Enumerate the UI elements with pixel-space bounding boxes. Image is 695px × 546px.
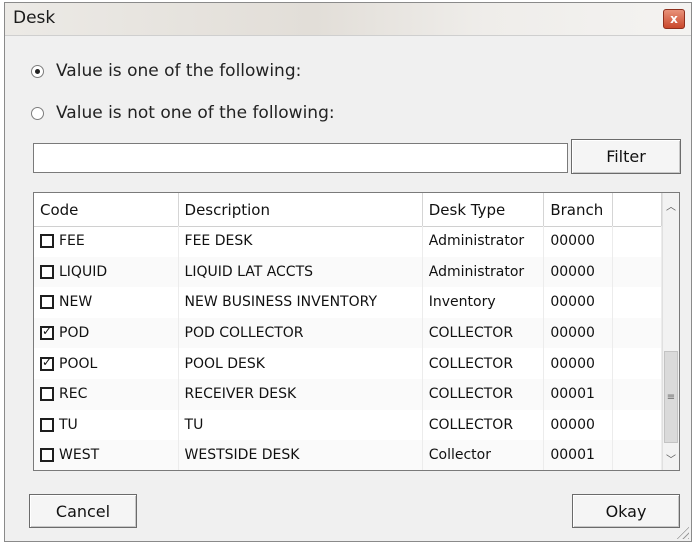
table-row[interactable]: POOL POOL DESK COLLECTOR 00000 bbox=[34, 348, 662, 379]
row-checkbox-checked[interactable] bbox=[40, 355, 54, 371]
cancel-button[interactable]: Cancel bbox=[29, 494, 137, 528]
code-text: NEW bbox=[59, 294, 93, 311]
description-cell: NEW BUSINESS INVENTORY bbox=[179, 287, 423, 318]
code-text: LIQUID bbox=[59, 263, 108, 280]
column-header-desk-type[interactable]: Desk Type bbox=[423, 193, 545, 226]
desk-type-cell: COLLECTOR bbox=[423, 348, 545, 379]
row-checkbox[interactable] bbox=[40, 264, 54, 279]
radio-value-is-not-one-of[interactable]: Value is not one of the following: bbox=[31, 103, 335, 123]
code-text: POD bbox=[59, 325, 90, 342]
desk-type-cell: COLLECTOR bbox=[423, 409, 545, 441]
code-text: REC bbox=[59, 386, 88, 403]
window-title: Desk bbox=[13, 8, 56, 28]
chevron-down-icon[interactable]: ﹀ bbox=[663, 450, 679, 467]
code-cell: FEE bbox=[34, 226, 179, 257]
row-checkbox[interactable] bbox=[40, 387, 54, 402]
desk-dialog: Desk x Value is one of the following: Va… bbox=[4, 2, 692, 542]
table-row[interactable]: LIQUID LIQUID LAT ACCTS Administrator 00… bbox=[34, 256, 662, 288]
desk-type-cell: Administrator bbox=[423, 226, 545, 257]
description-cell: POD COLLECTOR bbox=[179, 317, 423, 349]
blank-cell bbox=[613, 256, 662, 288]
row-checkbox[interactable] bbox=[40, 234, 54, 249]
branch-cell: 00000 bbox=[544, 256, 614, 288]
blank-cell bbox=[613, 287, 662, 318]
filter-button[interactable]: Filter bbox=[571, 139, 681, 174]
branch-cell: 00001 bbox=[544, 378, 614, 410]
branch-cell: 00000 bbox=[544, 226, 614, 257]
list-rows: FEE FEE DESK Administrator 00000 LIQUID … bbox=[34, 226, 662, 470]
close-button[interactable]: x bbox=[663, 9, 685, 29]
desk-type-cell: Administrator bbox=[423, 256, 545, 288]
branch-cell: 00000 bbox=[544, 409, 614, 441]
column-header-code[interactable]: Code bbox=[34, 193, 179, 226]
blank-cell bbox=[613, 409, 662, 441]
branch-cell: 00000 bbox=[544, 287, 614, 318]
table-row[interactable]: TU TU COLLECTOR 00000 bbox=[34, 409, 662, 441]
desk-type-cell: COLLECTOR bbox=[423, 317, 545, 349]
code-cell: POOL bbox=[34, 348, 179, 379]
column-header-blank bbox=[613, 193, 662, 226]
okay-button-label: Okay bbox=[605, 501, 647, 521]
description-cell: TU bbox=[179, 409, 423, 441]
code-text: WEST bbox=[59, 447, 100, 464]
blank-cell bbox=[613, 317, 662, 349]
scrollbar-thumb[interactable]: ≡ bbox=[664, 351, 678, 443]
table-row[interactable]: REC RECEIVER DESK COLLECTOR 00001 bbox=[34, 378, 662, 410]
column-header-description[interactable]: Description bbox=[179, 193, 423, 226]
description-cell: RECEIVER DESK bbox=[179, 378, 423, 410]
row-checkbox[interactable] bbox=[40, 417, 54, 432]
row-checkbox[interactable] bbox=[40, 295, 54, 310]
radio-button-selected[interactable] bbox=[31, 64, 44, 78]
desk-type-cell: Inventory bbox=[423, 287, 545, 318]
branch-cell: 00000 bbox=[544, 317, 614, 349]
blank-cell bbox=[613, 378, 662, 410]
description-cell: LIQUID LAT ACCTS bbox=[179, 256, 423, 288]
code-cell: LIQUID bbox=[34, 256, 179, 288]
okay-button[interactable]: Okay bbox=[572, 494, 680, 528]
grip-lines-icon: ≡ bbox=[666, 391, 676, 403]
blank-cell bbox=[613, 440, 662, 470]
vertical-scrollbar[interactable]: ︿ ≡ ﹀ bbox=[662, 193, 679, 470]
code-cell: NEW bbox=[34, 287, 179, 318]
list-header: Code Description Desk Type Branch bbox=[34, 193, 662, 227]
radio-label-one-of: Value is one of the following: bbox=[56, 61, 302, 81]
code-text: TU bbox=[59, 416, 78, 433]
desk-type-cell: COLLECTOR bbox=[423, 378, 545, 410]
radio-value-is-one-of[interactable]: Value is one of the following: bbox=[31, 61, 301, 81]
filter-input[interactable] bbox=[33, 143, 568, 173]
description-cell: POOL DESK bbox=[179, 348, 423, 379]
code-text: POOL bbox=[59, 355, 98, 372]
code-cell: POD bbox=[34, 317, 179, 349]
description-cell: FEE DESK bbox=[179, 226, 423, 257]
branch-cell: 00001 bbox=[544, 440, 614, 470]
desk-list: Code Description Desk Type Branch FEE FE… bbox=[33, 192, 680, 471]
close-icon: x bbox=[670, 12, 678, 26]
code-cell: WEST bbox=[34, 440, 179, 470]
radio-button-unselected[interactable] bbox=[31, 106, 44, 120]
table-row[interactable]: NEW NEW BUSINESS INVENTORY Inventory 000… bbox=[34, 287, 662, 318]
column-header-branch[interactable]: Branch bbox=[544, 193, 614, 226]
description-cell: WESTSIDE DESK bbox=[179, 440, 423, 470]
blank-cell bbox=[613, 348, 662, 379]
table-row[interactable]: FEE FEE DESK Administrator 00000 bbox=[34, 226, 662, 257]
filter-button-label: Filter bbox=[606, 147, 646, 166]
row-checkbox-checked[interactable] bbox=[40, 324, 54, 341]
code-cell: REC bbox=[34, 378, 179, 410]
radio-label-not-one-of: Value is not one of the following: bbox=[56, 103, 335, 123]
code-cell: TU bbox=[34, 409, 179, 441]
table-row[interactable]: POD POD COLLECTOR COLLECTOR 00000 bbox=[34, 317, 662, 349]
branch-cell: 00000 bbox=[544, 348, 614, 379]
code-text: FEE bbox=[59, 233, 85, 250]
table-row[interactable]: WEST WESTSIDE DESK Collector 00001 bbox=[34, 440, 662, 470]
cancel-button-label: Cancel bbox=[55, 501, 111, 521]
chevron-up-icon[interactable]: ︿ bbox=[663, 197, 679, 214]
row-checkbox[interactable] bbox=[40, 448, 54, 463]
title-bar: Desk x bbox=[5, 3, 691, 36]
desk-type-cell: Collector bbox=[423, 440, 545, 470]
blank-cell bbox=[613, 226, 662, 257]
